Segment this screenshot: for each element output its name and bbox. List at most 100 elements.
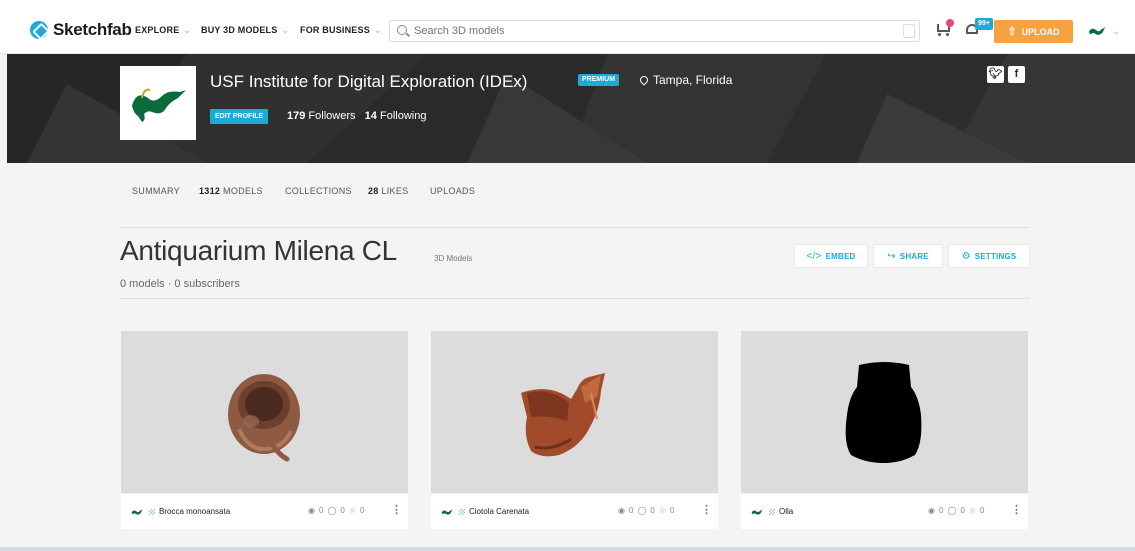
settings-label: SETTINGS	[974, 251, 1017, 261]
profile-name: USF Institute for Digital Exploration (I…	[210, 72, 528, 91]
likes-count: 0	[980, 506, 985, 515]
author-avatar-icon[interactable]	[751, 507, 763, 517]
model-card[interactable]: Brocca monoansata ◉ 0 ◯ 0 ☆ 0 ⋮	[121, 331, 408, 529]
star-icon: ☆	[658, 506, 667, 515]
search-input[interactable]	[414, 23, 884, 39]
divider	[120, 298, 1030, 299]
follow-stats: 179 Followers 14 Following	[287, 110, 426, 122]
comment-icon: ◯	[637, 506, 647, 515]
scan-icon	[458, 508, 466, 516]
model-thumbnail[interactable]	[741, 331, 1028, 493]
profile-avatar[interactable]	[120, 66, 196, 140]
author-avatar-icon[interactable]	[441, 507, 453, 517]
more-options-icon[interactable]: ⋮	[391, 503, 402, 516]
views-count: 0	[318, 506, 324, 515]
model-card-footer: Ciotola Carenata ◉ 0 ◯ 0 ☆ 0 ⋮	[431, 493, 718, 529]
scan-icon	[148, 508, 156, 516]
profile-location: Tampa, Florida	[638, 73, 733, 87]
settings-button[interactable]: ⚙ SETTINGS	[948, 244, 1030, 268]
views-count: 0	[938, 506, 944, 515]
usf-bull-logo	[132, 88, 186, 122]
author-avatar-icon[interactable]	[131, 507, 143, 517]
share-arrow-icon: ↪	[887, 250, 896, 262]
nav-buy-label: BUY 3D MODELS	[201, 25, 278, 35]
views-count: 0	[628, 506, 634, 515]
models-label: MODELS	[223, 186, 263, 196]
eye-icon: ◉	[618, 506, 625, 515]
olla-model-image	[845, 362, 922, 463]
sketchfab-logo[interactable]: Sketchfab	[30, 20, 132, 40]
star-icon: ☆	[348, 506, 357, 515]
nav-explore-label: EXPLORE	[135, 25, 180, 35]
model-thumbnail[interactable]	[121, 331, 408, 493]
more-options-icon[interactable]: ⋮	[701, 503, 712, 516]
more-options-icon[interactable]: ⋮	[1011, 503, 1022, 516]
chevron-down-icon[interactable]: ⌄	[1113, 27, 1120, 36]
share-button[interactable]: ↪ SHARE	[873, 244, 943, 268]
top-navbar: Sketchfab EXPLORE ⌄ BUY 3D MODELS ⌄ FOR BU…	[0, 0, 1135, 54]
nav-business-label: FOR BUSINESS	[300, 25, 370, 35]
model-title[interactable]: Ciotola Carenata	[469, 507, 529, 516]
cart-notification-dot	[946, 19, 954, 27]
browser-bottom-edge	[0, 547, 1135, 551]
comment-icon: ◯	[327, 506, 337, 515]
following-label[interactable]: Following	[380, 110, 426, 122]
model-card-footer: Brocca monoansata ◉ 0 ◯ 0 ☆ 0 ⋮	[121, 493, 408, 529]
search-icon	[397, 25, 407, 35]
following-count[interactable]: 14	[365, 110, 377, 122]
chevron-down-icon: ⌄	[183, 25, 192, 35]
ciotola-model-image	[521, 373, 605, 457]
tab-summary[interactable]: SUMMARY	[132, 186, 180, 196]
nav-buy-3d-models[interactable]: BUY 3D MODELS ⌄	[201, 25, 289, 36]
user-avatar-icon[interactable]	[1088, 24, 1106, 38]
followers-count[interactable]: 179	[287, 110, 305, 122]
tab-collections[interactable]: COLLECTIONS	[285, 186, 352, 196]
model-title[interactable]: Brocca monoansata	[159, 507, 230, 516]
star-icon: ☆	[968, 506, 977, 515]
nav-explore[interactable]: EXPLORE ⌄	[135, 25, 191, 36]
brand-name: Sketchfab	[53, 20, 132, 39]
tab-likes[interactable]: 28 LIKES	[368, 186, 408, 196]
likes-count: 28	[368, 186, 379, 196]
chevron-down-icon: ⌄	[373, 25, 382, 35]
comments-count: 0	[340, 506, 345, 515]
location-pin-icon	[638, 74, 650, 86]
nav-for-business[interactable]: FOR BUSINESS ⌄	[300, 25, 382, 36]
cart-icon[interactable]	[935, 19, 954, 37]
collection-meta: 0 models · 0 subscribers	[120, 278, 240, 290]
brocca-model-image	[228, 374, 300, 462]
model-title[interactable]: Olla	[779, 507, 793, 516]
embed-button[interactable]: </> EMBED	[794, 244, 868, 268]
model-card[interactable]: Ciotola Carenata ◉ 0 ◯ 0 ☆ 0 ⋮	[431, 331, 718, 529]
eye-icon: ◉	[308, 506, 315, 515]
tab-uploads[interactable]: UPLOADS	[430, 186, 475, 196]
upload-button[interactable]: ⇧ UPLOAD	[994, 20, 1073, 43]
likes-count: 0	[670, 506, 675, 515]
comment-icon: ◯	[947, 506, 957, 515]
upload-icon: ⇧	[1007, 26, 1017, 38]
likes-label: LIKES	[381, 186, 409, 196]
comments-count: 0	[650, 506, 655, 515]
tab-models[interactable]: 1312 MODELS	[199, 186, 263, 196]
model-stats: ◉ 0 ◯ 0 ☆ 0	[618, 506, 674, 515]
models-count: 1312	[199, 186, 221, 196]
premium-badge: PREMIUM	[578, 74, 620, 86]
facebook-icon[interactable]: f	[1008, 66, 1025, 83]
model-thumbnail[interactable]	[431, 331, 718, 493]
collection-title: Antiquarium Milena CL	[120, 235, 397, 266]
model-card-footer: Olla ◉ 0 ◯ 0 ☆ 0 ⋮	[741, 493, 1028, 529]
share-label: SHARE	[899, 251, 929, 261]
search-box[interactable]	[389, 20, 920, 42]
twitter-icon[interactable]: 🐦︎	[987, 66, 1004, 83]
followers-label[interactable]: Followers	[308, 110, 355, 122]
eye-icon: ◉	[928, 506, 935, 515]
divider	[120, 227, 1030, 228]
model-card[interactable]: Olla ◉ 0 ◯ 0 ☆ 0 ⋮	[741, 331, 1028, 529]
edit-profile-button[interactable]: EDIT PROFILE	[210, 109, 269, 124]
location-label: Tampa, Florida	[653, 73, 733, 87]
notifications-badge: 99+	[975, 18, 993, 30]
model-stats: ◉ 0 ◯ 0 ☆ 0	[928, 506, 984, 515]
gear-icon: ⚙	[961, 250, 971, 262]
code-icon: </>	[806, 250, 822, 262]
model-stats: ◉ 0 ◯ 0 ☆ 0	[308, 506, 364, 515]
